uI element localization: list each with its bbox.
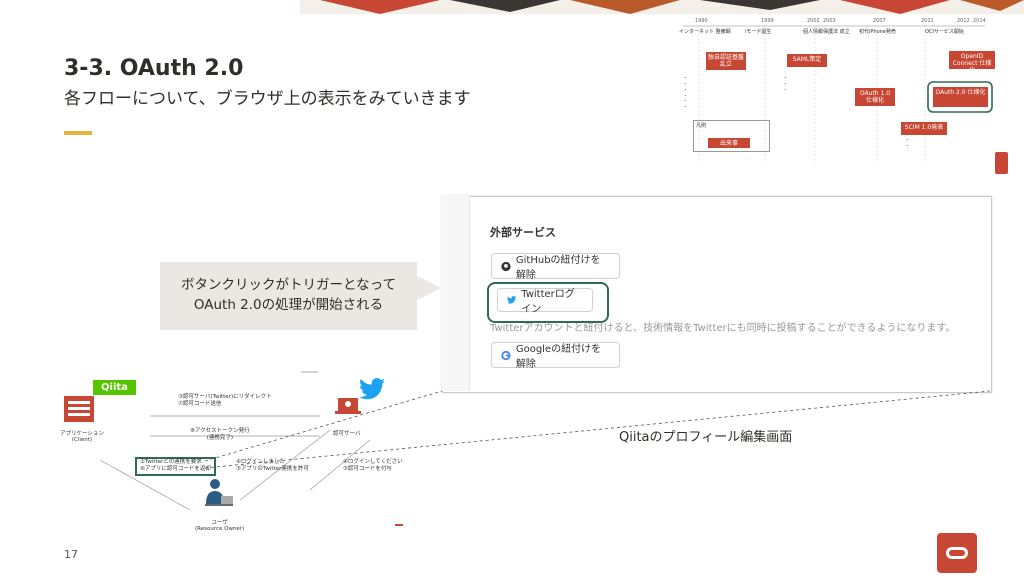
client-label-line: (Client) bbox=[71, 437, 93, 443]
flow-step-line: ⑤アプリのTwitter連携を許可 bbox=[236, 466, 309, 473]
small-accent-mark bbox=[395, 524, 403, 526]
flow-step-text: ⑧アクセストークン発行 (連携完了) bbox=[190, 428, 250, 443]
flow-step-line: ⑦認可コード送信 bbox=[178, 401, 222, 408]
resource-owner-label: ユーザ (Resource Owner) bbox=[195, 518, 244, 532]
owner-label-line: (Resource Owner) bbox=[195, 526, 245, 532]
client-label-line: アプリケーション bbox=[60, 431, 104, 437]
flow-step-line: (連携完了) bbox=[206, 435, 233, 442]
flow-connectors bbox=[99, 371, 991, 511]
oracle-ring-icon bbox=[946, 547, 968, 559]
auth-server-laptop-icon bbox=[335, 398, 361, 414]
owner-label-line: ユーザ bbox=[211, 520, 228, 526]
flow-step-text: ④ログインしました ⑤アプリのTwitter連携を許可 bbox=[236, 459, 309, 474]
flow-step-text: ④ログインしてください ⑤認可コードを付与 bbox=[343, 459, 403, 474]
application-server-icon bbox=[64, 396, 94, 422]
flow-step-text: ③認可サーバ(Twitter)にリダイレクト ⑦認可コード送信 bbox=[178, 394, 272, 409]
qiita-logo: Qiita bbox=[93, 380, 136, 395]
auth-server-label: 認可サーバ bbox=[333, 431, 361, 437]
user-at-laptop-icon bbox=[205, 479, 233, 506]
client-label: アプリケーション (Client) bbox=[60, 429, 104, 443]
flow-step-highlight: ②Twitterとの連携を要求 ⑥アプリに認可コードを返却 bbox=[135, 457, 216, 476]
oracle-logo bbox=[937, 533, 977, 573]
flow-step-line: ⑥アプリに認可コードを返却 bbox=[140, 466, 211, 473]
page-number: 17 bbox=[64, 548, 78, 561]
flow-step-line: ⑤認可コードを付与 bbox=[343, 466, 392, 473]
